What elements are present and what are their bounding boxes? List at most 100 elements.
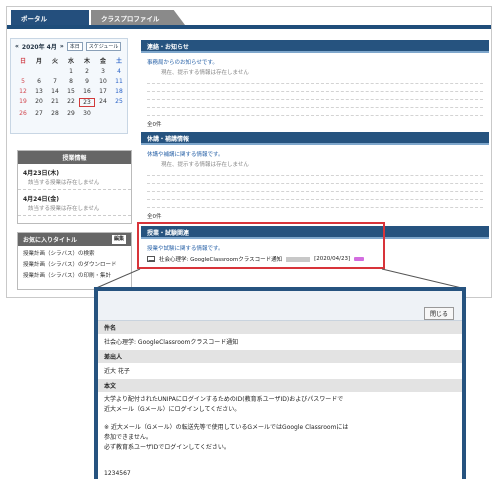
- lesson-info-title: 授業情報: [18, 151, 131, 164]
- body-line: 必ず教育系ユーザIDでログインしてください。: [104, 444, 230, 451]
- lesson-none-text: 該当する授業は存在しません: [18, 178, 131, 190]
- weekday-label: 土: [115, 58, 122, 65]
- calendar-day[interactable]: 28: [47, 110, 63, 117]
- calendar-empty-cell: [111, 110, 127, 117]
- calendar-day[interactable]: 30: [79, 110, 95, 117]
- calendar-day[interactable]: 22: [63, 98, 79, 107]
- weekday-label: 水: [67, 58, 74, 65]
- favorites-title: お気に入りタイトル: [23, 237, 78, 244]
- divider: [147, 192, 483, 200]
- divider: [147, 100, 483, 108]
- subject-value: 社会心理学: GoogleClassroomクラスコード通知: [104, 339, 239, 346]
- lesson-none-text: 該当する授業は存在しません: [18, 204, 131, 216]
- calendar-day[interactable]: 4: [111, 68, 127, 75]
- body-blank-line: [104, 461, 456, 469]
- calendar-empty-cell: [47, 68, 63, 75]
- favorite-link[interactable]: 授業計画（シラバス）の検索: [18, 246, 131, 257]
- calendar-day[interactable]: 15: [63, 88, 79, 95]
- calendar-day[interactable]: 6: [31, 78, 47, 85]
- highlight-box: [137, 222, 385, 269]
- body-line: 近大メール（Gメール）にログインしてください。: [104, 406, 241, 413]
- body-line: 大学より配付されたUNIPAにログインするためのID(教育系ユーザID)およびパ…: [104, 396, 344, 403]
- cancel-panel: 休講・補講情報 休講や補講に関する情報です。 現在、提示する情報は存在しません …: [141, 132, 489, 220]
- divider: [147, 92, 483, 100]
- prev-month-button[interactable]: «: [15, 43, 19, 50]
- calendar-empty-cell: [31, 68, 47, 75]
- calendar-month-title: 2020年 4月: [21, 44, 57, 51]
- notice-count: 全0件: [147, 122, 162, 128]
- favorite-link[interactable]: 授業計画（シラバス）の印刷・集計: [18, 268, 131, 279]
- subject-label: 件名: [98, 321, 462, 334]
- calendar-day[interactable]: 29: [63, 110, 79, 117]
- calendar-day[interactable]: 27: [31, 110, 47, 117]
- divider: [147, 76, 483, 84]
- weekday-label: 金: [99, 58, 106, 65]
- calendar-day[interactable]: 14: [47, 88, 63, 95]
- cancel-panel-title: 休講・補講情報: [141, 132, 489, 143]
- calendar-day[interactable]: 12: [15, 88, 31, 95]
- notice-panel-subtitle: 事務局からのお知らせです。: [147, 60, 218, 66]
- tab-portal[interactable]: ポータル: [11, 10, 89, 25]
- lesson-info-box: 授業情報 4月23日(木) 該当する授業は存在しません 4月24日(金) 該当す…: [17, 150, 132, 224]
- calendar-day[interactable]: 3: [95, 68, 111, 75]
- divider: [147, 108, 483, 116]
- notice-panel-title: 連絡・お知らせ: [141, 40, 489, 51]
- calendar-day[interactable]: 8: [63, 78, 79, 85]
- weekday-label: 木: [83, 58, 90, 65]
- favorites-edit-button[interactable]: 編集: [111, 235, 126, 244]
- body-blank-line: [104, 453, 456, 461]
- calendar-day[interactable]: 10: [95, 78, 111, 85]
- body-line: ※ 近大メール（Gメール）の転送先等で使用しているGメールではGoogle Cl…: [104, 424, 349, 431]
- calendar-day[interactable]: 2: [79, 68, 95, 75]
- lesson-date: 4月23日(木): [23, 170, 60, 177]
- divider: [147, 176, 483, 184]
- message-detail-popup: 閉じる 件名 社会心理学: GoogleClassroomクラスコード通知 差出…: [94, 287, 466, 479]
- close-button[interactable]: 閉じる: [423, 307, 454, 320]
- calendar-day[interactable]: 23: [79, 98, 95, 107]
- popup-toolbar: 閉じる: [98, 291, 462, 321]
- tab-class-profile[interactable]: クラスプロファイル: [91, 10, 185, 25]
- favorites-box: お気に入りタイトル 編集 授業計画（シラバス）の検索 授業計画（シラバス）のダウ…: [17, 232, 132, 290]
- calendar-day[interactable]: 17: [95, 88, 111, 95]
- calendar-day[interactable]: 19: [15, 98, 31, 107]
- calendar-day[interactable]: 16: [79, 88, 95, 95]
- calendar-day[interactable]: 9: [79, 78, 95, 85]
- favorites-header: お気に入りタイトル 編集: [18, 233, 131, 246]
- notice-none-text: 現在、提示する情報は存在しません: [161, 70, 249, 76]
- calendar-day[interactable]: 26: [15, 110, 31, 117]
- calendar-day[interactable]: 5: [15, 78, 31, 85]
- divider: [147, 200, 483, 208]
- calendar-day[interactable]: 21: [47, 98, 63, 107]
- calendar-day[interactable]: 20: [31, 98, 47, 107]
- calendar-grid: 日月火水木金土 1 2 3 4 5 6 7 8 9 10 11 12 13 14 15 16 17 18 19 20 21…: [11, 54, 127, 117]
- calendar-empty-cell: [15, 68, 31, 75]
- body-line: 参加できません。: [104, 434, 152, 441]
- body-label: 本文: [98, 379, 462, 392]
- divider: [147, 168, 483, 176]
- calendar-day[interactable]: 1: [63, 68, 79, 75]
- calendar-day[interactable]: 25: [111, 98, 127, 107]
- calendar-empty-cell: [95, 110, 111, 117]
- message-body: 大学より配付されたUNIPAにログインするためのID(教育系ユーザID)およびパ…: [98, 392, 462, 479]
- next-month-button[interactable]: »: [60, 43, 64, 50]
- calendar-day[interactable]: 13: [31, 88, 47, 95]
- notice-panel: 連絡・お知らせ 事務局からのお知らせです。 現在、提示する情報は存在しません 全…: [141, 40, 489, 128]
- calendar-day[interactable]: 11: [111, 78, 127, 85]
- schedule-button[interactable]: スケジュール: [85, 42, 122, 51]
- lesson-date: 4月24日(金): [23, 196, 60, 203]
- weekday-label: 日: [19, 58, 26, 65]
- favorite-link[interactable]: 授業計画（シラバス）のダウンロード: [18, 257, 131, 268]
- today-button[interactable]: 本日: [66, 42, 83, 51]
- calendar-day[interactable]: 18: [111, 88, 127, 95]
- calendar-day[interactable]: 7: [47, 78, 63, 85]
- calendar: « 2020年 4月 » 本日 スケジュール 日月火水木金土1234567891…: [10, 38, 128, 134]
- weekday-label: 火: [51, 58, 58, 65]
- calendar-day[interactable]: 24: [95, 98, 111, 107]
- body-blank-line: [104, 415, 456, 423]
- sender-label: 差出人: [98, 350, 462, 363]
- weekday-label: 月: [35, 58, 42, 65]
- cancel-none-text: 現在、提示する情報は存在しません: [161, 162, 249, 168]
- class-code: 1234567: [104, 470, 131, 477]
- cancel-count: 全0件: [147, 214, 162, 220]
- divider: [147, 184, 483, 192]
